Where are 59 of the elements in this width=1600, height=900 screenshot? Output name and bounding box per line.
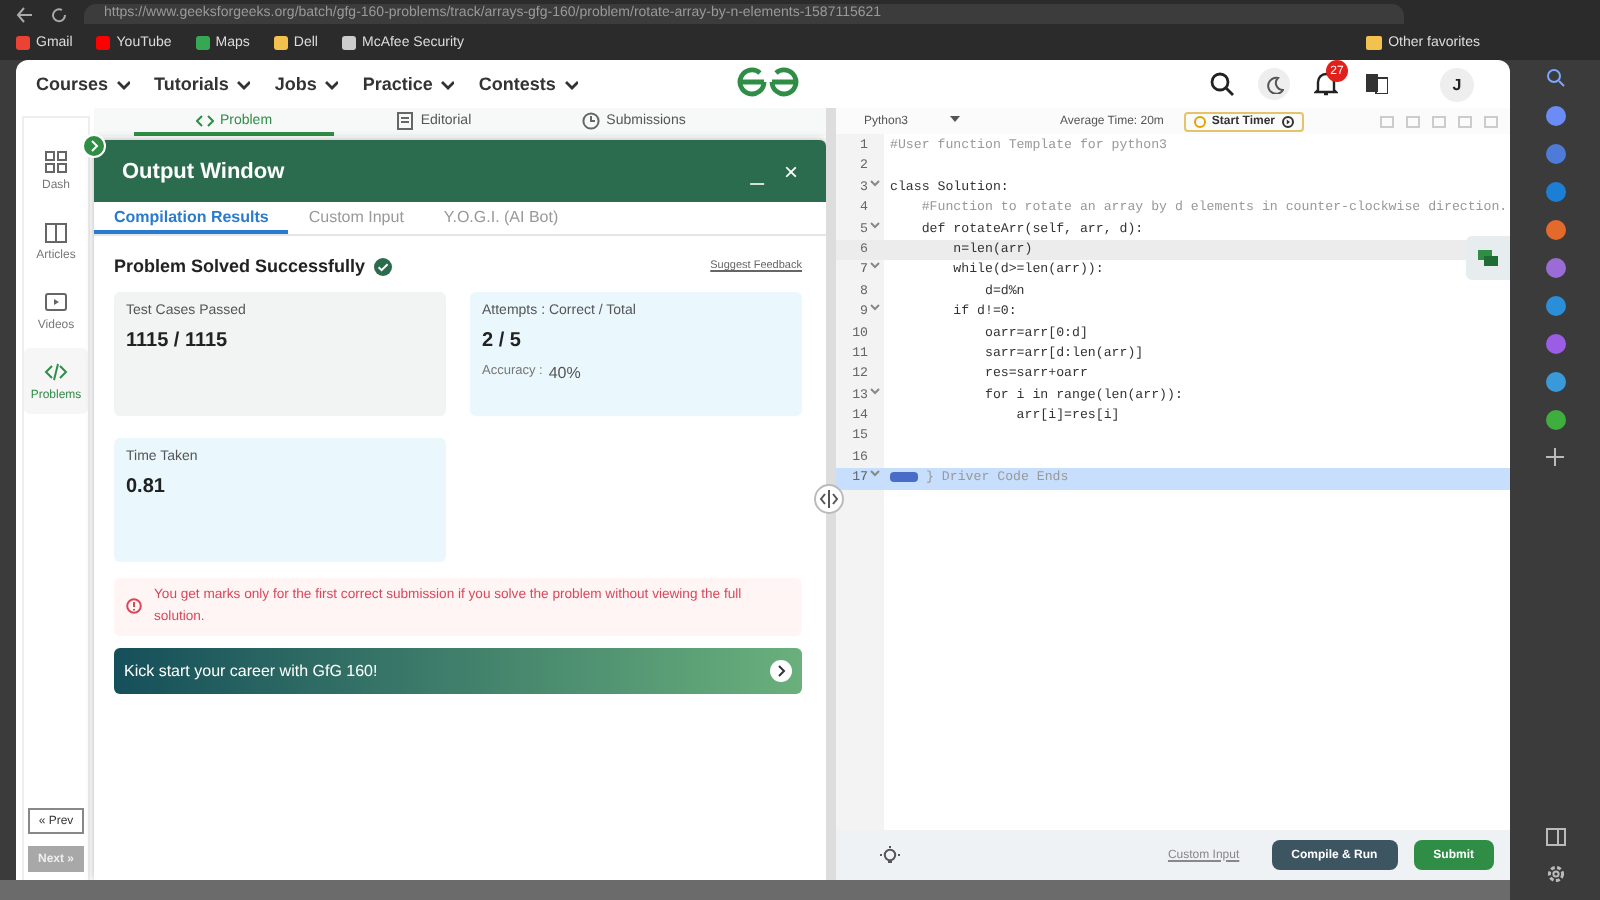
chevron-down-icon bbox=[438, 76, 455, 92]
code-icon bbox=[195, 111, 214, 129]
fold-caret-icon[interactable] bbox=[868, 260, 882, 271]
chevron-down-icon bbox=[114, 76, 131, 92]
status-text: Problem Solved Successfully bbox=[114, 256, 366, 276]
banner-text: Kick start your career with GfG 160! bbox=[124, 662, 378, 680]
close-button[interactable]: × bbox=[783, 157, 798, 185]
bookmark-icon bbox=[195, 35, 210, 49]
stat-value: 40% bbox=[548, 364, 581, 382]
info-icon bbox=[126, 598, 142, 614]
window-title: Output Window bbox=[122, 159, 285, 183]
fold-marker[interactable] bbox=[890, 472, 918, 482]
settings-icon[interactable] bbox=[1545, 864, 1565, 884]
fold-caret-icon[interactable] bbox=[868, 385, 882, 396]
code-icon bbox=[44, 360, 68, 384]
output-tab[interactable]: Compilation Results bbox=[94, 202, 289, 234]
chevron-down-icon bbox=[234, 76, 251, 92]
expand-icon[interactable] bbox=[82, 134, 106, 158]
bookmark-icon bbox=[96, 35, 111, 49]
avatar[interactable]: J bbox=[1440, 67, 1474, 101]
stat-value: 1115 / 1115 bbox=[126, 330, 230, 352]
bell-icon[interactable] bbox=[1314, 70, 1338, 96]
bookmark-icon bbox=[273, 35, 288, 49]
nav-menu[interactable]: Jobs bbox=[274, 74, 339, 94]
logo-icon[interactable] bbox=[736, 66, 800, 98]
caret-icon bbox=[950, 115, 960, 123]
play-circle-icon bbox=[1281, 115, 1293, 127]
fold-caret-icon[interactable] bbox=[868, 219, 882, 230]
lightbulb-icon[interactable] bbox=[880, 845, 900, 865]
reload-icon[interactable] bbox=[50, 6, 68, 24]
document-icon bbox=[396, 111, 415, 129]
fold-caret-icon[interactable] bbox=[868, 302, 882, 313]
folder-icon bbox=[1366, 35, 1383, 49]
chevron-down-icon bbox=[322, 76, 339, 92]
moon-icon[interactable] bbox=[1265, 75, 1283, 93]
add-icon[interactable] bbox=[1546, 448, 1564, 466]
sidebar-icon[interactable] bbox=[1545, 828, 1565, 846]
arrow-right-icon bbox=[770, 660, 792, 682]
book-icon bbox=[44, 220, 68, 244]
stat-value: 2 / 5 bbox=[482, 330, 523, 352]
nav-menu[interactable]: Tutorials bbox=[154, 74, 251, 94]
nav-menu[interactable]: Contests bbox=[478, 74, 578, 94]
search-icon[interactable] bbox=[1210, 72, 1234, 96]
video-icon bbox=[44, 290, 68, 314]
chat-icon[interactable] bbox=[1478, 249, 1498, 267]
minimize-button[interactable]: _ bbox=[750, 157, 764, 185]
drag-handle-icon[interactable] bbox=[814, 484, 844, 514]
bookmark-icon bbox=[16, 35, 30, 49]
promo-banner[interactable]: Kick start your career with GfG 160! bbox=[114, 648, 802, 694]
nav-menu[interactable]: Courses bbox=[36, 74, 131, 94]
back-icon[interactable] bbox=[16, 6, 34, 24]
nav-menu[interactable]: Practice bbox=[362, 74, 455, 94]
dashboard-icon bbox=[44, 150, 68, 174]
fold-caret-icon[interactable] bbox=[868, 468, 882, 479]
chevron-down-icon bbox=[561, 76, 578, 92]
fold-caret-icon[interactable] bbox=[868, 177, 882, 188]
check-circle-icon bbox=[373, 257, 392, 275]
stat-value: 0.81 bbox=[126, 476, 167, 498]
bookmark-icon bbox=[341, 35, 356, 49]
